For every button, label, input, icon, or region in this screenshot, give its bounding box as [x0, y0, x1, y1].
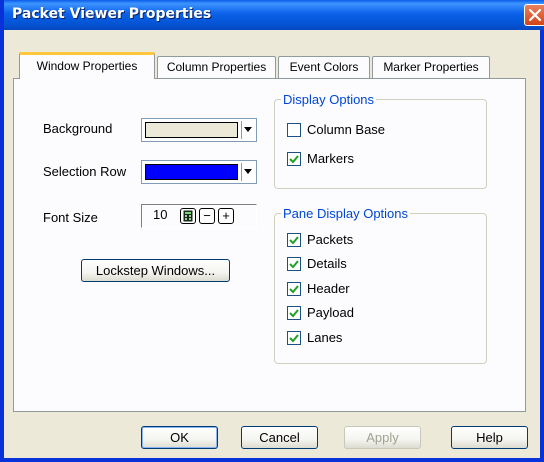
background-label: Background: [43, 121, 113, 136]
lanes-checkbox[interactable]: [287, 331, 301, 345]
display-options-title: Display Options: [283, 92, 375, 107]
checkmark-icon: [289, 236, 299, 245]
checkmark-icon: [289, 155, 299, 164]
font-size-field[interactable]: 10 − +: [141, 204, 257, 228]
selection-row-dropdown-button[interactable]: [241, 163, 254, 181]
background-color-swatch: [145, 122, 238, 138]
font-size-increase-button[interactable]: +: [218, 208, 234, 224]
markers-checkbox[interactable]: [287, 152, 301, 166]
calculator-icon: [183, 210, 193, 222]
checkmark-icon: [289, 260, 299, 269]
chevron-down-icon: [244, 169, 252, 174]
packets-checkbox[interactable]: [287, 233, 301, 247]
packets-label: Packets: [307, 232, 354, 247]
header-checkbox[interactable]: [287, 282, 301, 296]
checkmark-icon: [289, 334, 299, 343]
chevron-down-icon: [244, 127, 252, 132]
column-base-label: Column Base: [307, 122, 386, 137]
markers-label: Markers: [307, 151, 354, 166]
pane-display-options-group: Pane Display Options: [274, 206, 487, 364]
font-size-label: Font Size: [43, 210, 98, 225]
header-label: Header: [307, 281, 350, 296]
display-options-group: Display Options: [274, 92, 487, 189]
lanes-label: Lanes: [307, 330, 343, 345]
selection-row-label: Selection Row: [43, 164, 127, 179]
details-label: Details: [307, 256, 347, 271]
help-button[interactable]: Help: [451, 426, 528, 449]
payload-checkbox[interactable]: [287, 306, 301, 320]
selection-row-color-combo[interactable]: [141, 160, 257, 184]
apply-button[interactable]: Apply: [344, 426, 421, 449]
column-base-checkbox[interactable]: [287, 123, 301, 137]
font-picker-button[interactable]: [180, 208, 196, 224]
font-size-decrease-button[interactable]: −: [199, 208, 215, 224]
pane-display-options-title: Pane Display Options: [283, 206, 409, 221]
background-dropdown-button[interactable]: [241, 121, 254, 139]
cancel-button[interactable]: Cancel: [241, 426, 318, 449]
ok-button[interactable]: OK: [141, 426, 218, 449]
background-color-combo[interactable]: [141, 118, 257, 142]
font-size-value: 10: [153, 207, 168, 222]
checkmark-icon: [289, 285, 299, 294]
lockstep-windows-button[interactable]: Lockstep Windows...: [81, 259, 230, 282]
payload-label: Payload: [307, 305, 354, 320]
selection-row-color-swatch: [145, 164, 238, 180]
details-checkbox[interactable]: [287, 257, 301, 271]
checkmark-icon: [289, 309, 299, 318]
